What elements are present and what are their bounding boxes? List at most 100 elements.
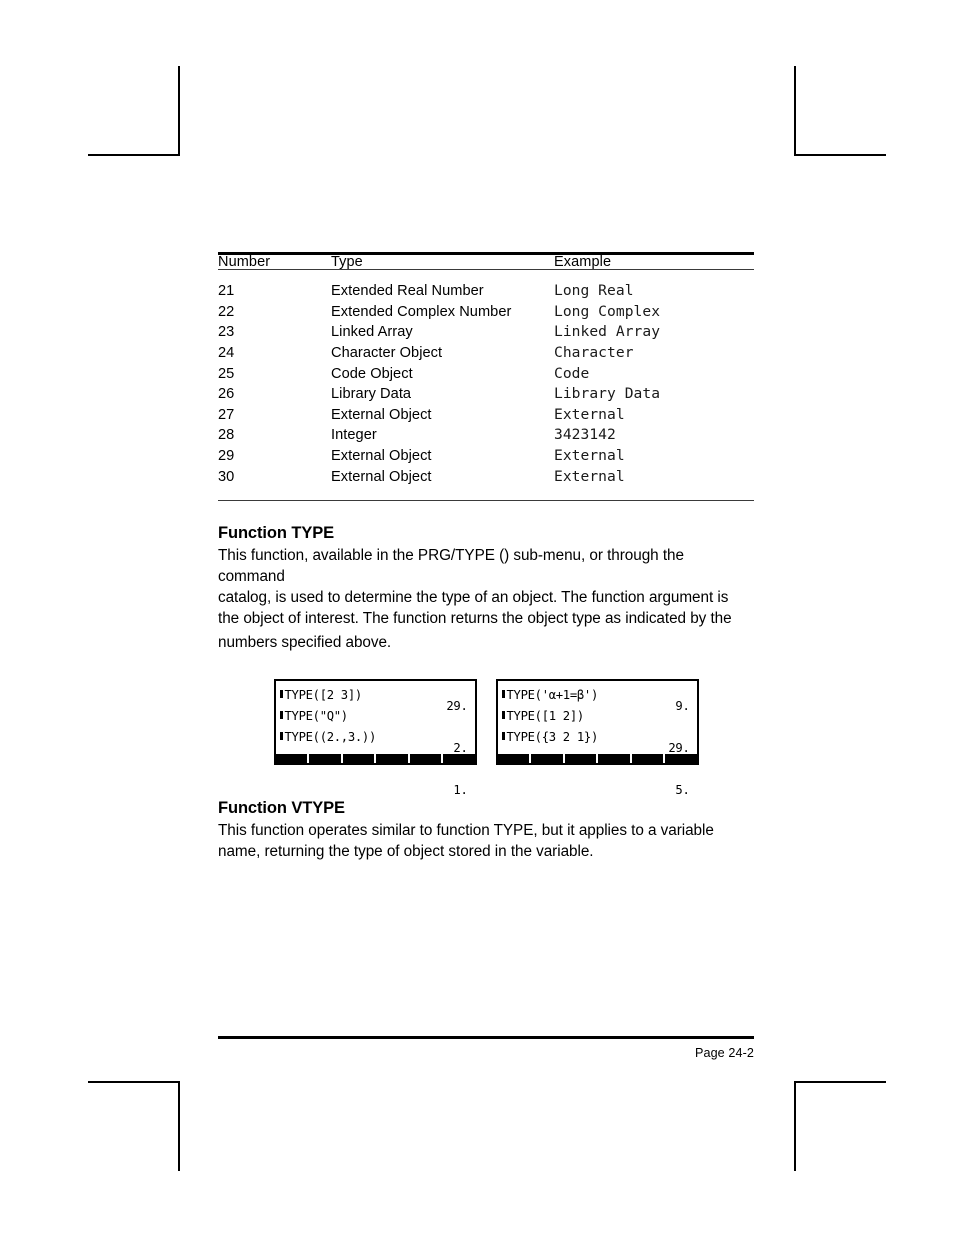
calculator-result: 1. [453,783,468,798]
crop-mark-top-left [88,66,180,156]
column-header-number: Number [218,253,271,270]
cell-example: External [554,446,625,464]
crop-mark-horizontal-rule [794,154,886,156]
cell-type: Extended Real Number [331,283,484,300]
cell-type: External Object [331,468,432,485]
cell-number: 25 [218,365,235,382]
table-row: 27 External Object External [218,405,754,426]
table-bottom-rule [218,500,754,502]
cell-type: External Object [331,447,432,464]
table-header-row: Number Type Example [218,253,754,270]
calculator-softkey-menu [497,754,697,764]
cell-number: 21 [218,283,235,300]
calculator-stack-line: TYPE("Q") 2. [280,706,470,755]
calculator-softkey[interactable] [598,754,630,764]
column-header-example: Example [554,253,612,270]
table-body: 21 Extended Real Number Long Real 22 Extende… [218,270,754,500]
cell-number: 23 [218,324,235,341]
calculator-command: TYPE('α+1=β') [502,685,599,706]
cell-example: External [554,405,625,423]
page-content: Number Type Example 21 Extended Real Numb… [218,252,754,863]
calculator-softkey[interactable] [564,754,596,764]
calculator-softkey[interactable] [497,754,529,764]
calculator-stack-line: TYPE('α+1=β') 9. [502,685,692,713]
paragraph-line: This function operates similar to functi… [218,822,714,840]
section-paragraph-function-type: This function, available in the PRG/TYPE… [218,546,754,653]
section-heading-function-vtype: Function VTYPE [218,799,345,818]
column-header-type: Type [331,253,363,270]
cell-number: 29 [218,447,235,464]
calculator-display: TYPE([2 3]) 29. TYPE("Q") 2. TYPE((2.,3.)) 1. [276,681,475,797]
table-row: 30 External Object External [218,467,754,501]
cell-example: Long Real [554,282,634,300]
calculator-softkey[interactable] [631,754,663,764]
crop-mark-top-right [794,66,886,156]
calculator-softkey[interactable] [275,754,307,764]
calculator-softkey[interactable] [309,754,341,764]
cell-type: External Object [331,406,432,423]
cell-example: External [554,467,625,485]
table-row: 28 Integer 3423142 [218,425,754,446]
crop-mark-vertical-rule [794,66,796,156]
calculator-command: TYPE({3 2 1}) [502,727,599,748]
calculator-screen-right: TYPE('α+1=β') 9. TYPE([1 2]) 29. TYPE({3 2 1… [495,679,699,797]
paragraph-line: numbers specified above. [218,633,392,651]
calculator-command: TYPE("Q") [280,706,349,727]
crop-mark-horizontal-rule [88,154,180,156]
table-row: 26 Library Data Library Data [218,384,754,405]
cell-number: 26 [218,386,235,403]
cell-number: 27 [218,406,235,423]
cell-example: 3423142 [554,426,616,444]
cell-number: 22 [218,303,235,320]
crop-mark-vertical-rule [178,66,180,156]
crop-mark-bottom-left [88,1081,180,1171]
cell-type: Extended Complex Number [331,303,512,320]
cell-type: Linked Array [331,324,413,341]
paragraph-line: catalog, is used to determine the type o… [218,588,729,606]
cell-type: Library Data [331,386,412,403]
cell-type: Integer [331,427,377,444]
calculator-stack-line: TYPE([2 3]) 29. [280,685,470,713]
object-type-table: Number Type Example 21 Extended Real Numb… [218,252,754,502]
cell-number: 24 [218,344,235,361]
calculator-command: TYPE([1 2]) [502,706,585,727]
calculator-stack-line: TYPE((2.,3.)) 1. [280,727,470,797]
cell-example: Library Data [554,385,661,403]
table-row: 23 Linked Array Linked Array [218,322,754,343]
paragraph-line: the object of interest. The function ret… [218,609,732,627]
section-heading-function-type: Function TYPE [218,524,335,543]
cell-number: 30 [218,468,235,485]
table-row: 22 Extended Complex Number Long Complex [218,302,754,323]
calculator-result: 5. [675,783,690,798]
crop-mark-bottom-right [794,1081,886,1171]
calculator-stack-line: TYPE({3 2 1}) 5. [502,727,692,797]
calculator-command: TYPE((2.,3.)) [280,727,377,748]
calculator-screens-row: TYPE([2 3]) 29. TYPE("Q") 2. TYPE((2.,3.)) 1.… [218,679,754,797]
calculator-softkey[interactable] [342,754,374,764]
calculator-screen-left: TYPE([2 3]) 29. TYPE("Q") 2. TYPE((2.,3.)) 1. [273,679,477,797]
section-paragraph-function-vtype: This function operates similar to functi… [218,821,754,863]
table-row: 21 Extended Real Number Long Real [218,270,754,302]
crop-mark-vertical-rule [178,1081,180,1171]
table-grid: Number Type Example [218,253,754,270]
calculator-softkey[interactable] [376,754,408,764]
table-row: 29 External Object External [218,446,754,467]
calculator-softkey-menu [275,754,475,764]
paragraph-line: This function, available in the PRG/TYPE… [218,547,684,586]
paragraph-line: name, returning the type of object store… [218,843,594,861]
cell-example: Code [554,364,590,382]
cell-example: Linked Array [554,323,661,341]
cell-example: Character [554,343,634,361]
calculator-stack-line: TYPE([1 2]) 29. [502,706,692,755]
calculator-command: TYPE([2 3]) [280,685,363,706]
cell-example: Long Complex [554,302,661,320]
crop-mark-vertical-rule [794,1081,796,1171]
cell-type: Character Object [331,344,443,361]
calculator-softkey[interactable] [531,754,563,764]
crop-mark-horizontal-rule [794,1081,886,1083]
cell-number: 28 [218,427,235,444]
table-row: 25 Code Object Code [218,364,754,385]
calculator-softkey[interactable] [409,754,441,764]
cell-type: Code Object [331,365,413,382]
page-number: Page 24-2 [694,1045,754,1060]
